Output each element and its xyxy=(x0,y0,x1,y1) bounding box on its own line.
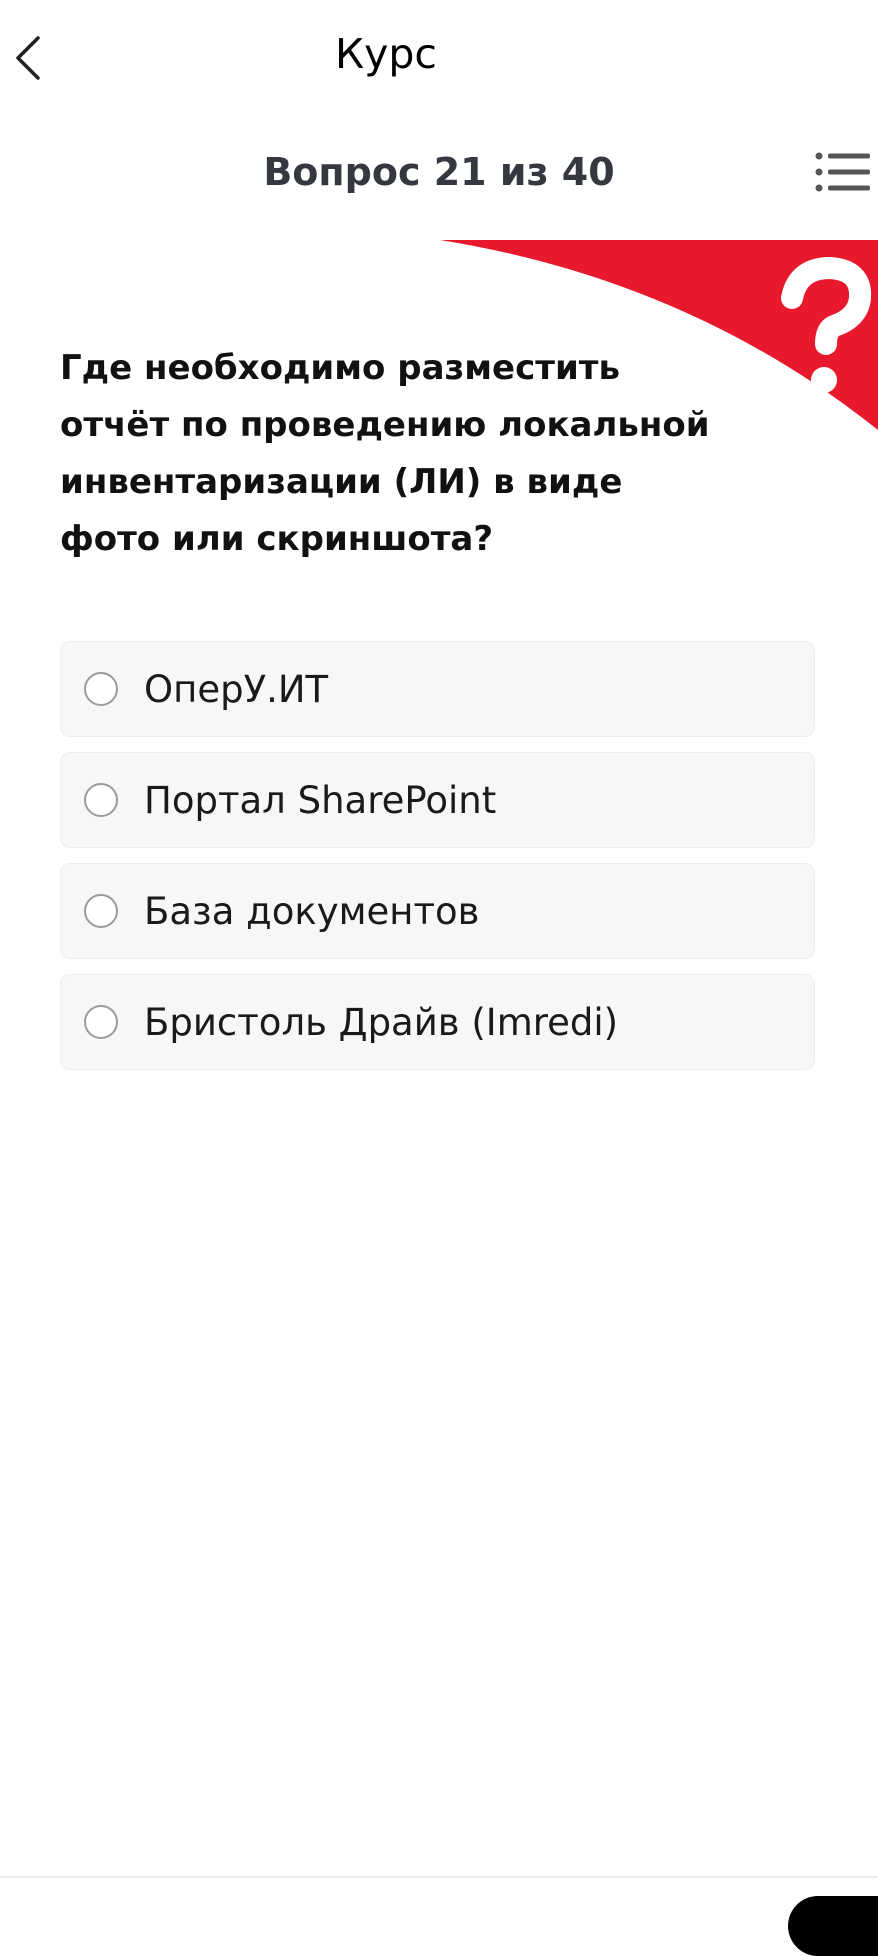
question-progress: Вопрос 21 из 40 xyxy=(263,150,615,194)
answer-option-1[interactable]: ОперУ.ИТ xyxy=(60,641,815,737)
question-line: инвентаризации (ЛИ) в виде xyxy=(60,462,623,502)
question-line: отчёт по проведению локальной xyxy=(60,405,710,445)
header-title: Курс xyxy=(335,30,437,78)
list-icon xyxy=(815,152,870,192)
radio-button[interactable] xyxy=(84,672,118,706)
answer-option-label: База документов xyxy=(144,889,480,933)
next-button[interactable] xyxy=(788,1896,878,1956)
answer-option-4[interactable]: Бристоль Драйв (Imredi) xyxy=(60,974,815,1070)
answer-option-label: ОперУ.ИТ xyxy=(144,667,329,711)
question-list-button[interactable] xyxy=(814,146,872,198)
radio-button[interactable] xyxy=(84,1005,118,1039)
app-header: Курс xyxy=(0,0,878,110)
answer-options: ОперУ.ИТ Портал SharePoint База документ… xyxy=(60,641,815,1085)
answer-option-3[interactable]: База документов xyxy=(60,863,815,959)
question-line: Где необходимо разместить xyxy=(60,348,621,388)
bottom-divider xyxy=(0,1876,878,1878)
radio-button[interactable] xyxy=(84,894,118,928)
answer-option-label: Портал SharePoint xyxy=(144,778,497,822)
radio-button[interactable] xyxy=(84,783,118,817)
question-line: фото или скриншота? xyxy=(60,519,494,559)
answer-option-label: Бристоль Драйв (Imredi) xyxy=(144,1000,619,1044)
answer-option-2[interactable]: Портал SharePoint xyxy=(60,752,815,848)
question-text: Где необходимо разместить отчёт по прове… xyxy=(60,340,720,568)
